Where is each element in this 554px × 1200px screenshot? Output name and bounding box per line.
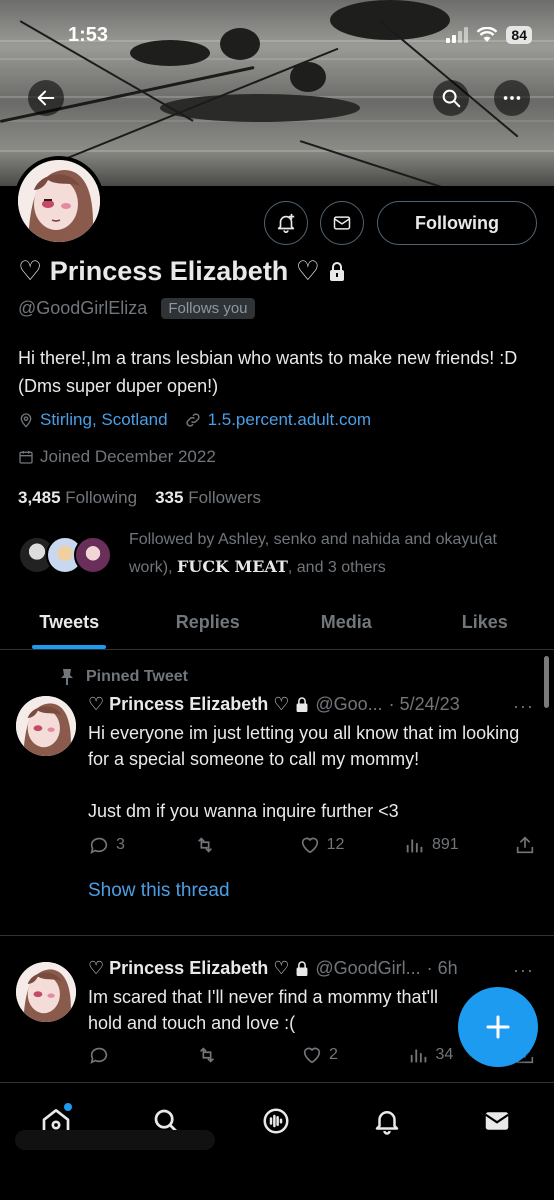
location: Stirling, Scotland [18,410,168,430]
back-button[interactable] [28,80,64,116]
views-chart-icon [406,839,423,853]
search-icon [442,89,461,108]
following-count: 3,485 [18,488,61,507]
views-button[interactable]: 34 [408,1044,458,1066]
status-bar: 1:53 84 [0,22,554,52]
tab-media[interactable]: Media [277,596,416,649]
followed-by-text: Followed by Ashley, senko and nahida and… [129,531,497,576]
views-button[interactable]: 891 [404,834,459,856]
envelope-icon [485,1112,509,1130]
show-thread-link[interactable]: Show this thread [88,880,230,902]
tweet-text: Hi everyone im just letting you all know… [88,723,520,821]
profile-bio: Hi there!,Im a trans lesbian who wants t… [18,348,518,396]
profile-name-text: ♡ Princess Elizabeth ♡ [18,256,321,286]
notification-dot [64,1103,72,1111]
following-count-link[interactable]: 3,485 Following [18,488,137,508]
like-button[interactable]: 12 [299,834,349,856]
tab-likes[interactable]: Likes [416,596,554,649]
nav-spaces[interactable] [256,1101,296,1141]
bell-icon [375,1111,399,1135]
tab-replies[interactable]: Replies [139,596,278,649]
location-text[interactable]: Stirling, Scotland [40,410,168,430]
retweet-icon [198,837,213,853]
tweet-avatar[interactable] [16,696,76,756]
joined-date: Joined December 2022 [18,447,216,467]
pinned-label: Pinned Tweet [60,668,188,686]
website[interactable]: 1.5.percent.adult.com [184,410,371,430]
share-icon [516,836,534,854]
divider [0,935,554,936]
reply-icon [90,1047,108,1064]
battery-indicator: 84 [506,26,532,44]
more-horizontal-icon [503,96,521,100]
cellular-signal-icon [446,27,469,43]
reply-button[interactable] [88,1044,138,1066]
tweet-more-icon[interactable]: ··· [513,696,534,717]
tweet[interactable]: Pinned Tweet ♡ Princess Elizabeth ♡ @Goo… [0,668,554,928]
bell-plus-icon [277,213,295,233]
wifi-icon [477,27,498,42]
tweet-time: · 5/24/23 [388,694,460,714]
reply-icon [90,837,108,854]
link-icon [185,413,200,427]
tweet-text: Im scared that I'll never find a mommy t… [88,987,438,1033]
follows-you-badge: Follows you [161,298,255,319]
retweet-button[interactable] [193,834,243,856]
followers-count: 335 [155,488,184,507]
followers-count-link[interactable]: 335 Followers [155,488,261,508]
tweet-time: · 6h [426,958,458,978]
tweet-handle[interactable]: @GoodGirl... [315,958,420,979]
tweet-avatar[interactable] [16,962,76,1022]
like-button[interactable]: 2 [301,1044,351,1066]
profile-avatar[interactable] [14,156,104,246]
pin-icon [61,669,73,685]
tweet-author-name[interactable]: ♡ Princess Elizabeth ♡ [88,694,289,715]
reply-button[interactable]: 3 [88,834,138,856]
profile-name: ♡ Princess Elizabeth ♡ [18,256,346,287]
compose-tweet-button[interactable] [458,987,538,1067]
retweet-icon [199,1047,214,1063]
share-button[interactable] [514,834,536,856]
views-chart-icon [410,1049,426,1063]
plus-icon [486,1015,510,1039]
lock-icon [330,261,345,281]
search-button[interactable] [433,80,469,116]
follower-avatar [74,536,112,574]
tab-tweets[interactable]: Tweets [0,596,139,649]
followers-label: Followers [188,488,261,507]
following-label: Following [65,488,138,507]
nav-messages[interactable] [477,1101,517,1141]
lock-icon [296,960,308,976]
arrow-left-icon [37,90,55,106]
retweet-button[interactable] [195,1044,245,1066]
website-link[interactable]: 1.5.percent.adult.com [208,410,371,430]
profile-tabs: Tweets Replies Media Likes [0,596,554,650]
location-pin-icon [20,413,32,428]
home-indicator [15,1130,215,1150]
tweet-more-icon[interactable]: ··· [513,960,534,981]
message-button[interactable] [320,201,364,245]
calendar-icon [19,451,33,464]
joined-text: Joined December 2022 [40,447,216,466]
lock-icon [296,696,308,712]
status-time: 1:53 [68,24,109,46]
heart-icon [303,1047,321,1064]
heart-icon [301,837,318,854]
tweet-handle[interactable]: @Goo... [315,694,382,715]
following-button[interactable]: Following [377,201,537,245]
profile-handle: @GoodGirlEliza [18,298,148,318]
spaces-icon [263,1108,289,1134]
more-options-button[interactable] [494,80,530,116]
tweet-author-name[interactable]: ♡ Princess Elizabeth ♡ [88,958,289,979]
notify-bell-button[interactable] [264,201,308,245]
envelope-icon [333,216,351,230]
nav-notifications[interactable] [367,1101,407,1141]
